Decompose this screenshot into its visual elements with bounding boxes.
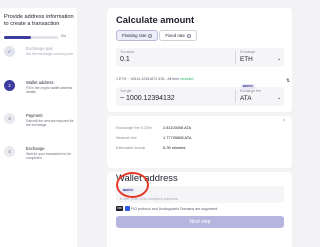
get-currency-select[interactable]: ATA xyxy=(240,95,251,102)
summary-value: 1.77705808 ATA xyxy=(163,135,192,140)
send-amount-field[interactable]: You send 0.1 Exchange ETH ⌄ xyxy=(116,48,284,67)
step-description: Deposit the amount required for the exch… xyxy=(26,119,74,128)
supported-protocols: FIO FIO protocol and Unstoppable Domains… xyxy=(116,206,217,211)
fees-included-link[interactable]: included xyxy=(180,77,193,81)
progress-bar xyxy=(4,36,58,39)
info-icon[interactable]: i xyxy=(186,33,191,38)
swap-icon[interactable]: ⇅ xyxy=(284,77,292,85)
network-badge: BEP20 xyxy=(121,188,135,193)
address-field[interactable]: BEP20 xyxy=(116,186,284,203)
rate-tabs: Floating rate i Fixed rate i xyxy=(116,30,197,41)
summary-label: Exchange fee 0.25% xyxy=(116,125,152,130)
get-currency-label: Exchange fee xyxy=(240,89,261,93)
steps-sidebar: Provide address information to create a … xyxy=(0,8,77,247)
fio-logo-icon: FIO xyxy=(116,206,123,211)
step-title: Exchange pair xyxy=(26,46,53,51)
step-check-icon: ✓ xyxy=(4,46,15,57)
send-currency-label: Exchange xyxy=(240,50,256,54)
get-label: You get xyxy=(120,89,132,93)
tab-floating-rate[interactable]: Floating rate i xyxy=(116,30,159,41)
chevron-up-icon[interactable]: ⌃ xyxy=(282,119,286,125)
step-title: Exchange xyxy=(26,146,45,151)
step-title: Wallet address xyxy=(26,80,54,85)
send-amount-input[interactable]: 0.1 xyxy=(120,56,130,63)
step-number: 3 xyxy=(4,113,15,124)
send-currency-select[interactable]: ETH xyxy=(240,56,253,63)
summary-value: 2.81103008 ATA xyxy=(163,125,192,130)
exchange-page: Provide address information to create a … xyxy=(0,0,300,247)
step-number: 2 xyxy=(4,80,15,91)
chevron-down-icon[interactable]: ⌄ xyxy=(277,56,281,62)
tab-label: Floating rate xyxy=(122,33,147,38)
progress-label: 2/4 xyxy=(61,34,66,38)
get-amount-field[interactable]: You get ~ 1000.12394132 BEP20 Exchange f… xyxy=(116,84,284,106)
address-input[interactable] xyxy=(120,195,270,201)
unstoppable-domains-icon xyxy=(124,206,130,211)
next-step-button[interactable]: Next step xyxy=(116,216,284,228)
progress-fill xyxy=(4,36,31,39)
calculate-card: Calculate amount Floating rate i Fixed r… xyxy=(107,8,292,112)
step-description: Set the exchange currency pair xyxy=(26,52,73,56)
summary-value: 5-30 minutes xyxy=(163,145,186,150)
step-title: Payment xyxy=(26,113,43,118)
step-description: Wait for your transaction to be complete… xyxy=(26,152,72,161)
info-icon[interactable]: i xyxy=(148,33,153,38)
field-divider xyxy=(235,51,236,64)
calculate-title: Calculate amount xyxy=(116,14,195,25)
field-divider xyxy=(235,90,236,103)
tab-fixed-rate[interactable]: Fixed rate i xyxy=(159,30,197,41)
fee-summary: ⌃ Exchange fee 0.25% 2.81103008 ATA Netw… xyxy=(107,116,292,168)
send-label: You send xyxy=(120,50,135,54)
rate-info: 1 ETH ~ 10514.12351672 ATA · All fees in… xyxy=(116,77,194,81)
wallet-title: Wallet address xyxy=(116,172,178,183)
support-text: FIO protocol and Unstoppable Domains are… xyxy=(131,206,218,211)
summary-label: Network fee xyxy=(116,135,137,140)
wallet-card: Wallet address BEP20 FIO FIO protocol an… xyxy=(107,172,292,247)
get-amount-value: ~ 1000.12394132 xyxy=(120,95,175,102)
step-description: Fill in the crypto wallet address detail… xyxy=(26,86,73,95)
summary-label: Estimated arrival xyxy=(116,145,145,150)
step-number: 4 xyxy=(4,146,15,157)
sidebar-title: Provide address information to create a … xyxy=(4,14,74,27)
rate-text: 1 ETH ~ 10514.12351672 ATA · All fees xyxy=(116,77,180,81)
chevron-down-icon[interactable]: ⌄ xyxy=(277,95,281,101)
tab-label: Fixed rate xyxy=(165,33,185,38)
